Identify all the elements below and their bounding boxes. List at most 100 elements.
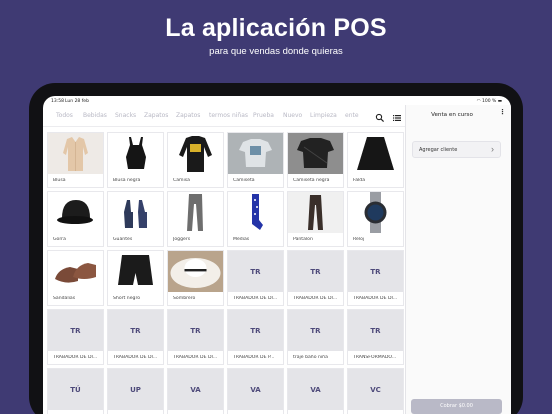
product-name: Reloj — [353, 237, 365, 242]
product-tile-trabador-3[interactable]: TR TRABADOR DE DI... — [347, 250, 404, 306]
product-name: TRABADOR DE DI... — [113, 355, 158, 360]
product-tile-trabador-2[interactable]: TR TRABADOR DE DI... — [287, 250, 344, 306]
product-initials: TR — [228, 310, 283, 351]
product-initials: TR — [168, 310, 223, 351]
product-tile-trabador-6[interactable]: TR TRABADOR DE DI... — [167, 309, 224, 365]
battery-level: 100 % — [482, 99, 497, 104]
tab-ente[interactable]: ente — [345, 112, 359, 119]
product-tile-sombrero[interactable]: Sombrero — [167, 250, 224, 306]
product-tile-short-negro[interactable]: Short negro — [107, 250, 164, 306]
pants-image — [288, 192, 343, 233]
current-sale-pane: Venta en curso ⋮ Agregar cliente › Cobra… — [405, 105, 511, 414]
product-initials: UP — [108, 369, 163, 410]
tab-zapatos-2[interactable]: Zapatos — [176, 112, 200, 119]
product-tile-up[interactable]: UP — [107, 368, 164, 414]
product-tile-tu[interactable]: TÚ — [47, 368, 104, 414]
search-icon[interactable] — [375, 110, 385, 123]
product-name: TRABADOR DE DI... — [293, 296, 338, 301]
blouse-image — [48, 133, 103, 174]
watch-image — [348, 192, 403, 233]
cap-image — [48, 192, 103, 233]
list-icon[interactable] — [392, 110, 402, 121]
catalog-pane: Todos Bebidas Snacks Zapatos Zapatos ter… — [43, 105, 405, 414]
product-tile-joggers[interactable]: Joggers — [167, 191, 224, 247]
product-tile-medias[interactable]: Medias — [227, 191, 284, 247]
product-tile-trabador-p[interactable]: TR TRABADOR DE P... — [227, 309, 284, 365]
status-time: 13:58 — [51, 99, 64, 104]
grey-tshirt-image — [228, 133, 283, 174]
product-name: Falda — [353, 178, 366, 183]
product-name: traje baño niña — [293, 355, 328, 360]
product-name: TRABADOR DE DI... — [53, 355, 98, 360]
product-initials: TR — [108, 310, 163, 351]
product-tile-camiseta-negra[interactable]: Camiseta negra — [287, 132, 344, 188]
tab-zapatos[interactable]: Zapatos — [144, 112, 168, 119]
product-tile-reloj[interactable]: Reloj — [347, 191, 404, 247]
product-name: Medias — [233, 237, 250, 242]
charge-label: Cobrar $0.00 — [440, 403, 473, 409]
product-initials: VA — [288, 369, 343, 410]
status-indicators: ◠ 100 % ▬ — [477, 99, 502, 104]
charge-button[interactable]: Cobrar $0.00 — [411, 399, 502, 414]
product-initials: TR — [48, 310, 103, 351]
wifi-icon: ◠ — [476, 99, 481, 104]
product-tile-va-1[interactable]: VA — [167, 368, 224, 414]
tab-bebidas[interactable]: Bebidas — [83, 112, 107, 119]
hat-image — [168, 251, 223, 292]
product-initials: TR — [288, 310, 343, 351]
headline: La aplicación POS — [165, 14, 387, 42]
gloves-image — [108, 192, 163, 233]
product-tile-pantalon[interactable]: Pantalon — [287, 191, 344, 247]
product-tile-va-2[interactable]: VA — [227, 368, 284, 414]
product-name: TRABADOR DE DI... — [353, 296, 398, 301]
product-tile-vc[interactable]: VC — [347, 368, 404, 414]
product-name: Blusa — [53, 178, 66, 183]
product-name: Gorra — [53, 237, 66, 242]
product-tile-camisa[interactable]: Camisa — [167, 132, 224, 188]
product-tile-guantes[interactable]: Guantes — [107, 191, 164, 247]
product-tile-gorra[interactable]: Gorra — [47, 191, 104, 247]
black-sweatshirt-image — [168, 133, 223, 174]
product-tile-transformador[interactable]: TR TRANSFORMADO... — [347, 309, 404, 365]
product-name: TRABADOR DE DI... — [233, 296, 278, 301]
shorts-image — [108, 251, 163, 292]
status-bar: 13:58 Lun 28 feb ◠ 100 % ▬ — [43, 96, 511, 105]
product-name: Pantalon — [293, 237, 313, 242]
product-tile-trabador-1[interactable]: TR TRABADOR DE DI... — [227, 250, 284, 306]
product-name: Short negro — [113, 296, 141, 301]
more-vertical-icon[interactable]: ⋮ — [499, 109, 506, 116]
product-tile-trabador-5[interactable]: TR TRABADOR DE DI... — [107, 309, 164, 365]
product-grid: Blusa Blusa negra Camisa Camiseta Camise… — [47, 132, 405, 414]
tab-termos-ninas[interactable]: termos niñas — [209, 112, 248, 119]
joggers-image — [168, 192, 223, 233]
black-skirt-image — [348, 133, 403, 174]
product-tile-traje-bano[interactable]: TR traje baño niña — [287, 309, 344, 365]
tab-nuevo[interactable]: Nuevo — [283, 112, 302, 119]
product-initials: VA — [168, 369, 223, 410]
product-tile-blusa[interactable]: Blusa — [47, 132, 104, 188]
product-tile-camiseta[interactable]: Camiseta — [227, 132, 284, 188]
tab-snacks[interactable]: Snacks — [115, 112, 136, 119]
add-client-button[interactable]: Agregar cliente › — [412, 141, 501, 158]
tab-prueba[interactable]: Prueba — [253, 112, 274, 119]
tab-todos[interactable]: Todos — [56, 112, 73, 119]
product-initials: TR — [348, 251, 403, 292]
product-tile-blusa-negra[interactable]: Blusa negra — [107, 132, 164, 188]
product-name: Joggers — [173, 237, 191, 242]
product-tile-trabador-4[interactable]: TR TRABADOR DE DI... — [47, 309, 104, 365]
product-name: Camisa — [173, 178, 190, 183]
tab-limpieza[interactable]: Limpieza — [310, 112, 337, 119]
product-initials: VC — [348, 369, 403, 410]
product-tile-falda[interactable]: Falda — [347, 132, 404, 188]
add-client-label: Agregar cliente — [419, 147, 458, 153]
product-name: Sandalias — [53, 296, 76, 301]
sandals-image — [48, 251, 103, 292]
category-tabs: Todos Bebidas Snacks Zapatos Zapatos ter… — [43, 105, 405, 127]
product-name: Guantes — [113, 237, 133, 242]
product-tile-va-3[interactable]: VA — [287, 368, 344, 414]
product-initials: TÚ — [48, 369, 103, 410]
product-tile-sandalias[interactable]: Sandalias — [47, 250, 104, 306]
product-name: TRABADOR DE DI... — [173, 355, 218, 360]
product-initials: TR — [348, 310, 403, 351]
product-initials: VA — [228, 369, 283, 410]
